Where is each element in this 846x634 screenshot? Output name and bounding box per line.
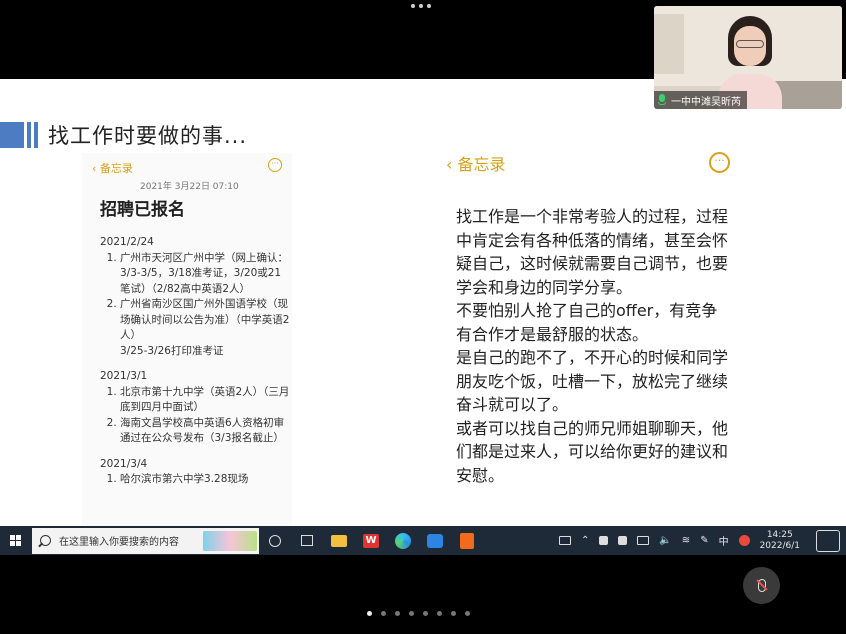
memo-timestamp: 2021年 3月22日 07:10 xyxy=(140,182,239,192)
wps-button[interactable]: W xyxy=(355,526,387,555)
file-explorer-button[interactable] xyxy=(323,526,355,555)
memo-screenshot-left: ‹ 备忘录 ··· 2021年 3月22日 07:10 招聘已报名 2021/2… xyxy=(82,153,292,526)
search-placeholder: 在这里输入你要搜索的内容 xyxy=(59,537,179,548)
chevron-up-icon[interactable]: ⌃ xyxy=(581,535,589,546)
folder-icon xyxy=(331,534,347,547)
memo-list: 广州市天河区广州中学（网上确认：3/3-3/5，3/18准考证，3/20或21笔… xyxy=(100,251,290,344)
list-item: 海南文昌学校高中英语6人资格初审通过在公众号发布（3/3报名截止） xyxy=(120,416,290,447)
pen-icon[interactable]: ✎ xyxy=(700,535,708,546)
memo-heading: 招聘已报名 xyxy=(100,200,185,220)
memo-date: 2021/3/1 xyxy=(100,370,148,382)
title-accent-bar xyxy=(0,122,24,148)
memo-list: 哈尔滨市第六中学3.28现场 xyxy=(100,472,290,488)
memo-paragraph: 或者可以找自己的师兄师姐聊聊天，他们都是过来人，可以给你更好的建议和安慰。 xyxy=(456,418,729,485)
memo-paragraph: 找工作是一个非常考验人的过程，过程中肯定会有各种低落的情绪，甚至会怀疑自己，这时… xyxy=(456,207,729,297)
memo-back-button: ‹ 备忘录 xyxy=(446,155,506,174)
more-icon: ··· xyxy=(709,152,730,173)
usb-icon[interactable] xyxy=(599,536,609,545)
list-item: 北京市第十九中学（英语2人）（三月底到四月中面试） xyxy=(120,385,290,416)
widgets-icon xyxy=(301,535,313,546)
edge-button[interactable] xyxy=(387,526,419,555)
wps-icon: W xyxy=(363,533,379,548)
clock-time: 14:25 xyxy=(766,529,793,540)
list-item: 广州省南沙区国广州外国语学校（现场确认时间以公告为准）（中学英语2人） xyxy=(120,297,290,344)
app-tray-icon[interactable] xyxy=(618,536,628,545)
meeting-icon xyxy=(427,533,443,548)
search-icon xyxy=(40,535,51,546)
list-item: 广州市天河区广州中学（网上确认：3/3-3/5，3/18准考证，3/20或21笔… xyxy=(120,251,290,298)
start-button[interactable] xyxy=(0,526,30,555)
video-icon xyxy=(460,532,474,549)
volume-icon[interactable]: 🔈 xyxy=(659,535,671,546)
title-accent-bar xyxy=(27,122,31,148)
windows-icon xyxy=(9,535,21,546)
battery-icon[interactable] xyxy=(637,536,650,545)
memo-paragraph: 不要怕别人抢了自己的offer，有竞争有合作才是最舒服的状态。 xyxy=(456,301,718,344)
task-view-button[interactable] xyxy=(259,526,291,555)
page-indicator[interactable] xyxy=(367,611,470,616)
wifi-icon[interactable]: ≋ xyxy=(682,535,690,546)
participant-name: 一中中滩吴昕芮 xyxy=(671,96,741,108)
keyboard-icon[interactable] xyxy=(558,536,571,545)
list-item: 哈尔滨市第六中学3.28现场 xyxy=(120,472,290,488)
ime-indicator[interactable]: 中 xyxy=(719,533,729,548)
clock-date: 2022/6/1 xyxy=(759,540,800,551)
video-background xyxy=(774,81,842,109)
memo-note: 3/25-3/26打印准考证 xyxy=(120,344,224,357)
participant-video-tile[interactable]: 一中中滩吴昕芮 xyxy=(654,6,842,109)
sogou-icon[interactable] xyxy=(738,535,750,546)
slide-title: 找工作时要做的事... xyxy=(48,124,248,148)
video-app-button[interactable] xyxy=(451,526,483,555)
mute-button[interactable] xyxy=(743,567,780,604)
memo-body: 2021/2/24 广州市天河区广州中学（网上确认：3/3-3/5，3/18准考… xyxy=(100,235,290,488)
task-view-icon xyxy=(269,534,281,547)
taskbar-search-input[interactable]: 在这里输入你要搜索的内容 xyxy=(32,527,259,554)
memo-body: 找工作是一个非常考验人的过程，过程中肯定会有各种低落的情绪，甚至会怀疑自己，这时… xyxy=(456,205,728,487)
title-accent-bar xyxy=(34,122,38,148)
notification-icon[interactable] xyxy=(816,529,840,552)
widgets-button[interactable] xyxy=(291,526,323,555)
page-dot[interactable] xyxy=(367,611,372,616)
windows-taskbar: 在这里输入你要搜索的内容 W ⌃ 🔈 ≋ ✎ 中 14:25 2022/6/1 xyxy=(0,526,846,555)
memo-date: 2021/2/24 xyxy=(100,236,154,248)
taskbar-clock[interactable]: 14:25 2022/6/1 xyxy=(760,530,800,552)
memo-date: 2021/3/4 xyxy=(100,457,148,470)
edge-icon xyxy=(395,532,411,549)
memo-paragraph: 是自己的跑不了，不开心的时候和同学朋友吃个饭，吐槽一下，放松完了继续奋斗就可以了… xyxy=(456,348,729,414)
page-dot[interactable] xyxy=(395,611,400,616)
page-dot[interactable] xyxy=(423,611,428,616)
page-dot[interactable] xyxy=(409,611,414,616)
search-highlight-image xyxy=(203,530,257,551)
more-icon: ··· xyxy=(268,158,282,172)
page-dot[interactable] xyxy=(465,611,470,616)
system-tray: ⌃ 🔈 ≋ ✎ 中 14:25 2022/6/1 xyxy=(558,529,846,552)
meeting-app-button[interactable] xyxy=(419,526,451,555)
memo-back-label: 备忘录 xyxy=(99,162,133,175)
video-background xyxy=(654,14,684,74)
memo-back-button: ‹ 备忘录 xyxy=(92,162,133,175)
memo-back-label: 备忘录 xyxy=(457,155,506,174)
page-dot[interactable] xyxy=(437,611,442,616)
more-options-icon[interactable] xyxy=(411,4,435,14)
shared-slide: 找工作时要做的事... ‹ 备忘录 ··· 2021年 3月22日 07:10 … xyxy=(0,79,846,526)
participant-name-bar: 一中中滩吴昕芮 xyxy=(654,91,747,109)
slide-title-row: 找工作时要做的事... xyxy=(0,119,247,151)
page-dot[interactable] xyxy=(381,611,386,616)
memo-list: 北京市第十九中学（英语2人）（三月底到四月中面试） 海南文昌学校高中英语6人资格… xyxy=(100,385,290,447)
microphone-icon xyxy=(657,94,667,106)
page-dot[interactable] xyxy=(451,611,456,616)
